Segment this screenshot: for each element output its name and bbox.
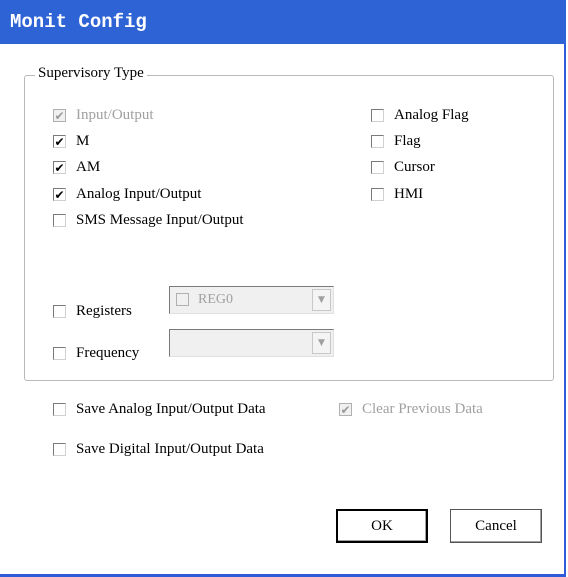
frequency-combobox[interactable]: ▼ <box>169 329 334 357</box>
checkbox-label: Save Analog Input/Output Data <box>76 401 266 417</box>
checkbox-label: Input/Output <box>76 107 154 123</box>
checkbox-label: Analog Flag <box>394 107 469 123</box>
checkbox-box[interactable] <box>53 214 66 227</box>
cancel-button[interactable]: Cancel <box>450 509 542 543</box>
checkbox-box[interactable]: ✔ <box>53 161 66 174</box>
chevron-down-icon[interactable]: ▼ <box>312 289 331 311</box>
checkbox-box[interactable] <box>371 135 384 148</box>
checkbox-label: SMS Message Input/Output <box>76 212 244 228</box>
checkbox-label: Save Digital Input/Output Data <box>76 441 264 457</box>
register-enable-checkbox[interactable] <box>176 293 189 306</box>
monit-config-dialog: Monit Config Supervisory Type ✔ Input/Ou… <box>0 0 566 577</box>
checkbox-registers[interactable]: Registers <box>53 303 132 320</box>
checkbox-box[interactable] <box>53 443 66 456</box>
checkbox-label: Flag <box>394 133 421 149</box>
checkbox-hmi[interactable]: HMI <box>371 186 423 203</box>
checkbox-box[interactable]: ✔ <box>53 188 66 201</box>
checkbox-save-digital[interactable]: Save Digital Input/Output Data <box>53 441 264 458</box>
checkbox-flag[interactable]: Flag <box>371 133 421 150</box>
checkbox-label: HMI <box>394 186 424 202</box>
checkbox-cursor[interactable]: Cursor <box>371 159 435 176</box>
checkbox-label: Analog Input/Output <box>76 186 202 202</box>
checkbox-label: M <box>76 133 90 149</box>
checkbox-save-analog[interactable]: Save Analog Input/Output Data <box>53 401 266 418</box>
group-label: Supervisory Type <box>35 65 147 82</box>
checkbox-box[interactable] <box>53 347 66 360</box>
checkbox-analog-flag[interactable]: Analog Flag <box>371 107 469 124</box>
checkbox-label: Frequency <box>76 345 140 361</box>
checkbox-box[interactable]: ✔ <box>53 109 66 122</box>
checkbox-label: AM <box>76 159 101 175</box>
checkbox-box[interactable] <box>371 109 384 122</box>
ok-button[interactable]: OK <box>336 509 428 543</box>
checkbox-label: Cursor <box>394 159 435 175</box>
checkbox-label: Registers <box>76 303 132 319</box>
checkbox-frequency[interactable]: Frequency <box>53 345 139 362</box>
checkbox-sms-message[interactable]: SMS Message Input/Output <box>53 212 244 229</box>
checkbox-input-output[interactable]: ✔ Input/Output <box>53 107 154 124</box>
checkbox-box[interactable] <box>371 161 384 174</box>
checkbox-analog-input-output[interactable]: ✔ Analog Input/Output <box>53 186 201 203</box>
registers-combobox[interactable]: REG0 ▼ <box>169 286 334 314</box>
checkbox-am[interactable]: ✔ AM <box>53 159 100 176</box>
checkbox-label: Clear Previous Data <box>362 401 483 417</box>
chevron-down-icon[interactable]: ▼ <box>312 332 331 354</box>
checkbox-box[interactable] <box>53 305 66 318</box>
registers-combobox-value: REG0 <box>198 292 233 307</box>
checkbox-box[interactable] <box>53 403 66 416</box>
checkbox-box[interactable]: ✔ <box>339 403 352 416</box>
window-title: Monit Config <box>10 11 147 33</box>
checkbox-m[interactable]: ✔ M <box>53 133 89 150</box>
checkbox-box[interactable] <box>371 188 384 201</box>
checkbox-box[interactable]: ✔ <box>53 135 66 148</box>
title-bar[interactable]: Monit Config <box>0 0 566 44</box>
checkbox-clear-previous[interactable]: ✔ Clear Previous Data <box>339 401 483 418</box>
